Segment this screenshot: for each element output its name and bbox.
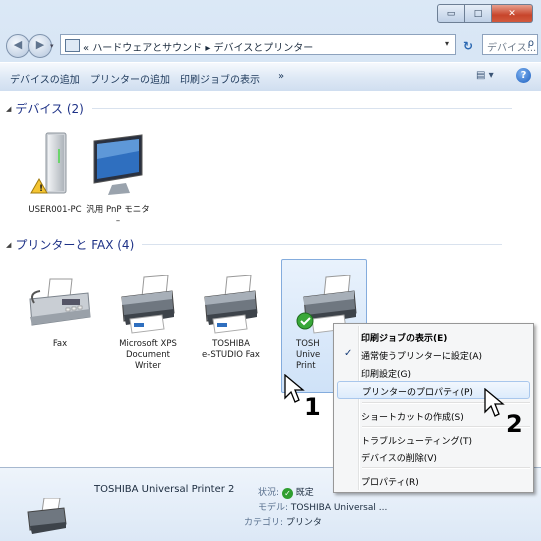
- printer-label: Fax: [52, 339, 68, 349]
- close-button[interactable]: ✕: [492, 4, 533, 23]
- details-model: モデル: TOSHIBA Universal ...: [258, 500, 387, 513]
- menu-item-properties[interactable]: プロパティ(R): [337, 472, 530, 490]
- device-label: USER001-PC: [28, 205, 82, 215]
- more-commands-button[interactable]: »: [278, 71, 284, 82]
- menu-item-label: プロパティ(R): [361, 478, 419, 488]
- details-device-name: TOSHIBA Universal Printer 2: [94, 484, 235, 495]
- model-value: TOSHIBA Universal ...: [290, 503, 388, 513]
- breadcrumb-devices-printers[interactable]: デバイスとプリンター: [214, 43, 314, 54]
- group-divider: [142, 244, 503, 245]
- refresh-icon[interactable]: ↻: [463, 39, 473, 53]
- menu-item-label: 通常使うプリンターに設定(A): [361, 352, 482, 362]
- back-arrow-icon: ◀: [13, 38, 23, 51]
- collapse-triangle-icon: ◢: [6, 240, 12, 249]
- view-print-jobs-button[interactable]: 印刷ジョブの表示: [180, 71, 260, 86]
- printer-thumbnail-icon: [27, 498, 67, 534]
- mouse-cursor-icon: [484, 388, 505, 417]
- category-label: カテゴリ:: [244, 518, 284, 528]
- model-label: モデル:: [258, 503, 289, 513]
- state-label: 状況:: [258, 488, 280, 498]
- breadcrumb: « ハードウェアとサウンド ▸ デバイスとプリンター: [83, 39, 313, 54]
- add-device-button[interactable]: デバイスの追加: [10, 71, 80, 86]
- fax-machine-icon: [29, 278, 91, 326]
- breadcrumb-hardware-sound[interactable]: ハードウェアとサウンド: [92, 43, 202, 54]
- category-value: プリンタ: [285, 518, 322, 528]
- state-value: 既定: [295, 488, 314, 498]
- search-box[interactable]: デバイス... ρ: [482, 34, 538, 55]
- menu-item-troubleshoot[interactable]: トラブルシューティング(T): [337, 431, 530, 449]
- details-category: カテゴリ: プリンタ: [244, 515, 322, 528]
- checkmark-icon: ✓: [344, 348, 353, 359]
- menu-item-print-settings[interactable]: 印刷設定(G): [337, 364, 530, 382]
- menu-item-view-print-jobs[interactable]: 印刷ジョブの表示(E): [337, 328, 530, 346]
- group-header-devices[interactable]: ◢ デバイス (2): [6, 100, 512, 117]
- address-dropdown-icon[interactable]: ▾: [445, 39, 449, 48]
- device-label: 汎用 PnP モニタ –: [86, 205, 150, 226]
- control-panel-icon: [65, 39, 80, 52]
- menu-separator: [362, 467, 530, 469]
- back-button[interactable]: ◀: [6, 34, 30, 58]
- device-pnp-monitor[interactable]: 汎用 PnP モニタ –: [83, 131, 153, 227]
- navigation-bar: ◀ ▶ ▾ « ハードウェアとサウンド ▸ デバイスとプリンター ▾ ↻ デバイ…: [0, 30, 541, 60]
- printer-label: Microsoft XPS Document Writer: [119, 339, 177, 371]
- maximize-button[interactable]: □: [465, 4, 492, 23]
- add-printer-button[interactable]: プリンターの追加: [90, 71, 170, 86]
- forward-arrow-icon: ▶: [35, 38, 45, 51]
- printer-icon: [121, 274, 175, 334]
- computer-tower-icon: !: [30, 132, 67, 194]
- menu-separator: [362, 426, 530, 428]
- callout-number-2: 2: [506, 410, 523, 438]
- menu-item-label: プリンターのプロパティ(P): [362, 388, 473, 398]
- menu-item-label: トラブルシューティング(T): [361, 437, 472, 447]
- collapse-triangle-icon: ◢: [6, 104, 12, 113]
- menu-item-label: 印刷ジョブの表示(E): [361, 334, 448, 344]
- printer-fax[interactable]: Fax: [25, 275, 95, 350]
- printer-microsoft-xps[interactable]: Microsoft XPS Document Writer: [113, 274, 183, 372]
- printer-icon: [204, 274, 258, 334]
- menu-item-label: デバイスの削除(V): [361, 454, 437, 464]
- printer-toshiba-estudio-fax[interactable]: TOSHIBA e-STUDIO Fax: [196, 274, 266, 361]
- address-bar[interactable]: « ハードウェアとサウンド ▸ デバイスとプリンター ▾: [60, 34, 456, 55]
- callout-number-1: 1: [304, 393, 321, 421]
- help-icon[interactable]: ?: [516, 68, 531, 83]
- window-frame: ▭ □ ✕ ◀ ▶ ▾ « ハードウェアとサウンド ▸ デバイスとプリンター ▾…: [0, 0, 541, 541]
- printer-label: TOSHIBA e-STUDIO Fax: [202, 339, 260, 360]
- recent-pages-dropdown[interactable]: ▾: [50, 42, 54, 50]
- command-bar: デバイスの追加 プリンターの追加 印刷ジョブの表示 » ▤ ▾ ?: [0, 62, 541, 92]
- monitor-icon: [93, 134, 143, 195]
- menu-item-label: ショートカットの作成(S): [361, 413, 464, 423]
- group-divider: [91, 108, 512, 109]
- default-check-icon: ✓: [281, 488, 293, 499]
- svg-text:!: !: [39, 184, 43, 194]
- menu-item-remove-device[interactable]: デバイスの削除(V): [337, 448, 530, 466]
- forward-button[interactable]: ▶: [28, 34, 52, 58]
- caption-buttons: ▭ □ ✕: [437, 4, 533, 23]
- group-header-printers[interactable]: ◢ プリンターと FAX (4): [6, 236, 503, 253]
- breadcrumb-overflow[interactable]: «: [83, 43, 89, 54]
- device-user001-pc[interactable]: ! USER001-PC: [20, 131, 90, 216]
- group-title-printers: プリンターと FAX (4): [15, 238, 135, 252]
- menu-item-label: 印刷設定(G): [361, 370, 411, 380]
- menu-item-set-default[interactable]: ✓ 通常使うプリンターに設定(A): [337, 346, 530, 364]
- mouse-cursor-icon: [284, 374, 305, 403]
- view-options-icon[interactable]: ▤ ▾: [476, 70, 494, 81]
- breadcrumb-separator[interactable]: ▸: [205, 43, 210, 54]
- search-icon[interactable]: ρ: [528, 38, 534, 49]
- details-state: 状況: ✓ 既定: [258, 485, 314, 499]
- minimize-button[interactable]: ▭: [437, 4, 465, 23]
- group-title-devices: デバイス (2): [15, 102, 84, 116]
